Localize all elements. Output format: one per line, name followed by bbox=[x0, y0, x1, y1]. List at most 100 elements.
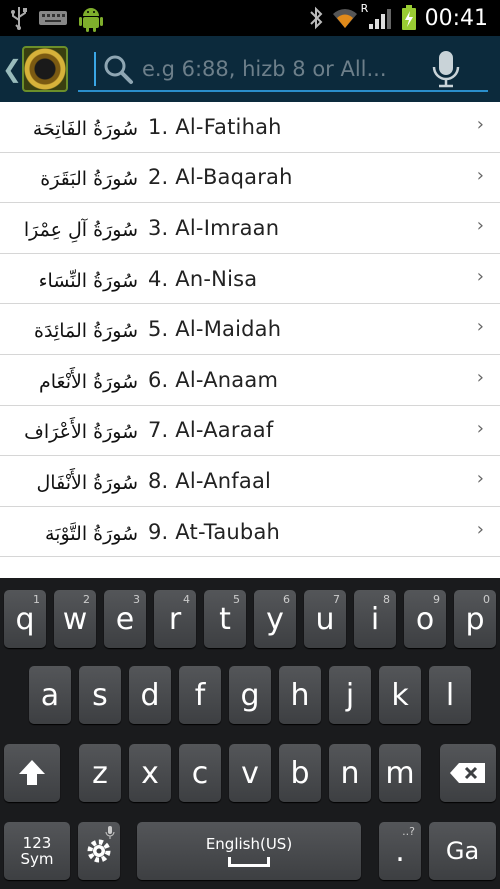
sura-row-partial bbox=[0, 557, 500, 578]
key-v[interactable]: v bbox=[229, 744, 271, 802]
sura-row-2[interactable]: سُورَةُ البَقَرَة 2. Al-Baqarah › bbox=[0, 153, 500, 204]
key-e[interactable]: 3e bbox=[104, 590, 146, 648]
sura-row-1[interactable]: سُورَةُ الفَاتِحَة 1. Al-Fatihah › bbox=[0, 102, 500, 153]
sura-calligraphy: سُورَةُ الأَعْرَاف bbox=[24, 417, 138, 444]
bluetooth-icon bbox=[309, 6, 323, 30]
sura-row-4[interactable]: سُورَةُ النِّسَاء 4. An-Nisa › bbox=[0, 254, 500, 305]
chevron-right-icon: › bbox=[476, 265, 484, 287]
wifi-icon bbox=[331, 6, 359, 30]
sura-calligraphy: سُورَةُ الأَنْعَام bbox=[39, 366, 138, 393]
sura-calligraphy: سُورَةُ الفَاتِحَة bbox=[33, 118, 138, 140]
key-z[interactable]: z bbox=[79, 744, 121, 802]
key-g[interactable]: g bbox=[229, 666, 271, 724]
sura-label: 5. Al-Maidah bbox=[148, 317, 282, 342]
shift-key[interactable] bbox=[4, 744, 60, 802]
sura-label: 7. Al-Aaraaf bbox=[148, 418, 274, 443]
sura-calligraphy: سُورَةُ النِّسَاء bbox=[39, 269, 138, 292]
sura-calligraphy: سُورَةُ آلِ عِمْرَان bbox=[24, 217, 138, 243]
period-key[interactable]: ..?. bbox=[379, 822, 421, 880]
sura-row-7[interactable]: سُورَةُ الأَعْرَاف 7. Al-Aaraaf › bbox=[0, 406, 500, 457]
search-bar[interactable] bbox=[78, 48, 488, 92]
sura-label: 4. An-Nisa bbox=[148, 266, 258, 291]
key-c[interactable]: c bbox=[179, 744, 221, 802]
svg-text:سُورَةُ الأَنْعَام: سُورَةُ الأَنْعَام bbox=[39, 366, 138, 393]
chevron-right-icon: › bbox=[476, 316, 484, 338]
chevron-right-icon: › bbox=[476, 114, 484, 135]
sura-label: 6. Al-Anaam bbox=[148, 367, 279, 392]
microphone-icon[interactable] bbox=[426, 49, 466, 89]
text-cursor bbox=[94, 52, 96, 86]
search-icon bbox=[104, 55, 133, 84]
backspace-icon bbox=[450, 763, 485, 783]
key-o[interactable]: 9o bbox=[404, 590, 446, 648]
sura-label: 9. At-Taubah bbox=[148, 519, 281, 544]
svg-text:سُورَةُ التَّوْبَة: سُورَةُ التَّوْبَة bbox=[45, 522, 138, 545]
svg-text:سُورَةُ الفَاتِحَة: سُورَةُ الفَاتِحَة bbox=[33, 118, 138, 140]
key-s[interactable]: s bbox=[79, 666, 121, 724]
shift-arrow-icon bbox=[19, 760, 45, 785]
key-k[interactable]: k bbox=[379, 666, 421, 724]
svg-text:سُورَةُ البَقَرَة: سُورَةُ البَقَرَة bbox=[40, 168, 138, 190]
key-x[interactable]: x bbox=[129, 744, 171, 802]
sura-row-3[interactable]: سُورَةُ آلِ عِمْرَان 3. Al-Imraan › bbox=[0, 203, 500, 254]
signal-icon: R bbox=[361, 2, 393, 30]
sura-row-8[interactable]: سُورَةُ الأَنْفَال 8. Al-Anfaal › bbox=[0, 456, 500, 507]
svg-text:سُورَةُ آلِ عِمْرَان: سُورَةُ آلِ عِمْرَان bbox=[24, 217, 138, 243]
chevron-right-icon: › bbox=[476, 215, 484, 237]
sura-calligraphy: سُورَةُ البَقَرَة bbox=[40, 168, 138, 190]
sura-calligraphy: سُورَةُ المَائِدَة bbox=[34, 320, 138, 342]
go-key[interactable]: Ga bbox=[429, 822, 496, 880]
key-w[interactable]: 2w bbox=[54, 590, 96, 648]
key-n[interactable]: n bbox=[329, 744, 371, 802]
key-q[interactable]: 1q bbox=[4, 590, 46, 648]
soft-keyboard: 1q 2w 3e 4r 5t 6y 7u 8i 9o 0p a s d f g … bbox=[0, 578, 500, 889]
settings-key[interactable] bbox=[78, 822, 120, 880]
sura-label: 2. Al-Baqarah bbox=[148, 165, 293, 190]
roaming-label: R bbox=[360, 2, 369, 15]
keyboard-icon bbox=[38, 9, 68, 27]
chevron-right-icon: › bbox=[476, 518, 484, 540]
clock: 00:41 bbox=[424, 5, 488, 31]
app-logo[interactable] bbox=[22, 46, 68, 92]
status-bar: R 00:41 bbox=[0, 0, 500, 36]
sura-calligraphy: سُورَةُ الأَنْفَال bbox=[36, 467, 138, 494]
chevron-right-icon: › bbox=[476, 468, 484, 490]
sura-label: 8. Al-Anfaal bbox=[148, 468, 272, 493]
search-input[interactable] bbox=[142, 57, 416, 81]
gear-icon bbox=[87, 839, 111, 863]
sura-row-5[interactable]: سُورَةُ المَائِدَة 5. Al-Maidah › bbox=[0, 304, 500, 355]
key-f[interactable]: f bbox=[179, 666, 221, 724]
back-chevron-icon[interactable]: ❮ bbox=[2, 55, 22, 83]
sura-row-9[interactable]: سُورَةُ التَّوْبَة 9. At-Taubah › bbox=[0, 507, 500, 558]
backspace-key[interactable] bbox=[440, 744, 496, 802]
space-language-label: English(US) bbox=[205, 835, 293, 853]
chevron-right-icon: › bbox=[476, 366, 484, 388]
symbols-key[interactable]: 123 Sym bbox=[4, 822, 70, 880]
sura-list: سُورَةُ الفَاتِحَة 1. Al-Fatihah › سُورَ… bbox=[0, 102, 500, 578]
key-j[interactable]: j bbox=[329, 666, 371, 724]
key-m[interactable]: m bbox=[379, 744, 421, 802]
key-i[interactable]: 8i bbox=[354, 590, 396, 648]
key-d[interactable]: d bbox=[129, 666, 171, 724]
key-a[interactable]: a bbox=[29, 666, 71, 724]
sura-calligraphy: سُورَةُ التَّوْبَة bbox=[45, 522, 138, 545]
space-key[interactable]: English(US) bbox=[137, 822, 361, 880]
svg-text:سُورَةُ المَائِدَة: سُورَةُ المَائِدَة bbox=[34, 320, 138, 342]
key-p[interactable]: 0p bbox=[454, 590, 496, 648]
key-b[interactable]: b bbox=[279, 744, 321, 802]
key-t[interactable]: 5t bbox=[204, 590, 246, 648]
android-debug-icon bbox=[78, 4, 104, 32]
usb-icon bbox=[10, 6, 28, 30]
key-h[interactable]: h bbox=[279, 666, 321, 724]
key-y[interactable]: 6y bbox=[254, 590, 296, 648]
key-r[interactable]: 4r bbox=[154, 590, 196, 648]
key-u[interactable]: 7u bbox=[304, 590, 346, 648]
svg-text:سُورَةُ الأَعْرَاف: سُورَةُ الأَعْرَاف bbox=[24, 417, 138, 444]
svg-text:سُورَةُ النِّسَاء: سُورَةُ النِّسَاء bbox=[39, 269, 138, 292]
key-l[interactable]: l bbox=[429, 666, 471, 724]
sura-label: 3. Al-Imraan bbox=[148, 215, 280, 240]
small-mic-icon bbox=[105, 826, 115, 839]
chevron-right-icon: › bbox=[476, 417, 484, 439]
sura-row-6[interactable]: سُورَةُ الأَنْعَام 6. Al-Anaam › bbox=[0, 355, 500, 406]
action-bar: ❮ bbox=[0, 36, 500, 102]
